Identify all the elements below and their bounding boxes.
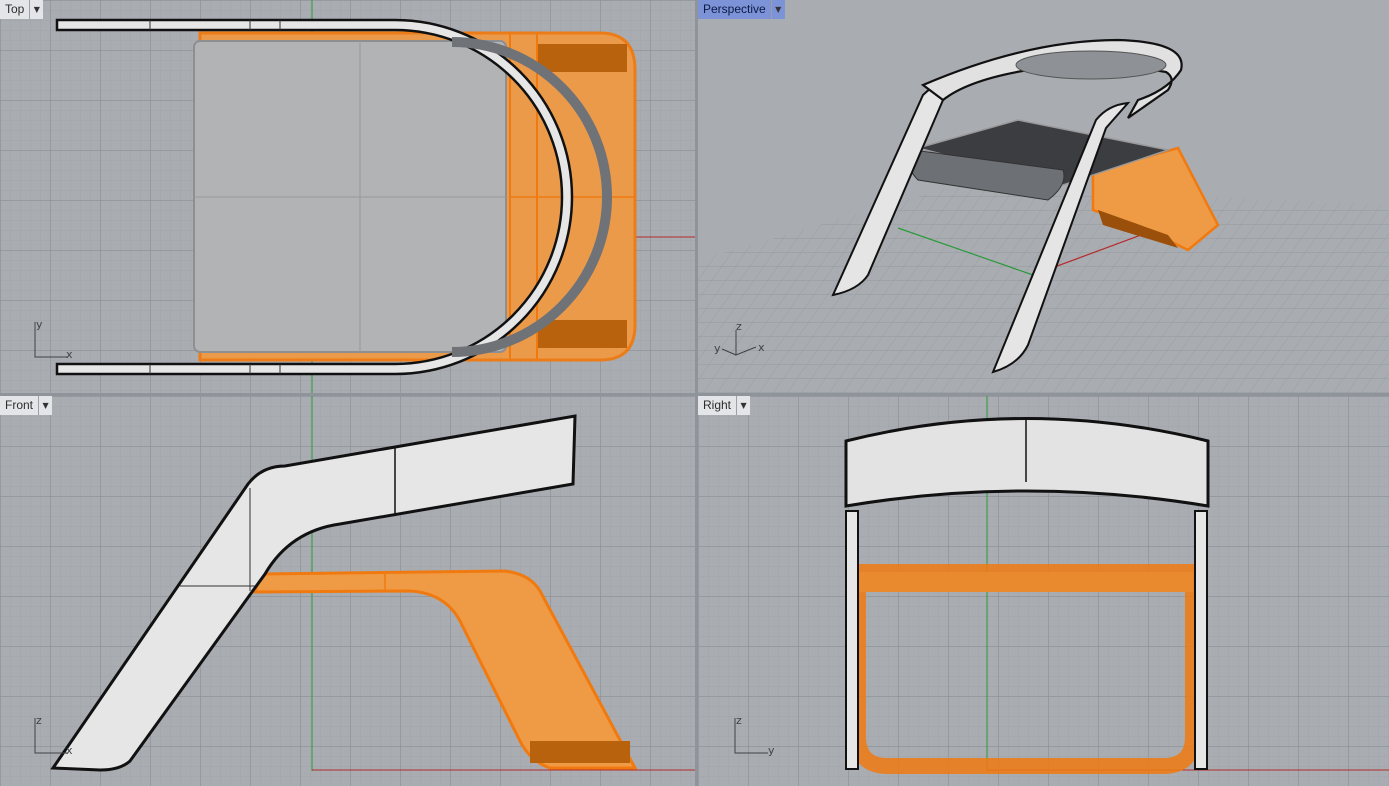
viewport-perspective[interactable]: Perspective ▼ z y x: [698, 0, 1389, 393]
viewport-title[interactable]: Front: [0, 396, 40, 415]
axis-indicator: z y: [736, 714, 775, 757]
viewport-title[interactable]: Right: [698, 396, 738, 415]
viewport-title[interactable]: Top: [0, 0, 31, 19]
chevron-down-icon[interactable]: ▼: [30, 0, 44, 19]
svg-text:y: y: [768, 744, 775, 757]
svg-text:y: y: [36, 318, 43, 331]
svg-text:z: z: [736, 714, 742, 727]
chevron-down-icon[interactable]: ▼: [39, 396, 53, 415]
viewport-label-perspective[interactable]: Perspective ▼: [698, 0, 785, 19]
viewport-top[interactable]: Top ▼ y x: [0, 0, 695, 393]
viewport-label-front[interactable]: Front ▼: [0, 396, 53, 415]
viewport-title[interactable]: Perspective: [698, 0, 772, 19]
svg-text:z: z: [36, 714, 42, 727]
svg-text:x: x: [66, 348, 73, 361]
viewport-front[interactable]: Front ▼ z x: [0, 396, 695, 786]
axis-indicator: z y x: [714, 320, 765, 355]
svg-text:x: x: [66, 744, 73, 757]
svg-text:y: y: [714, 342, 721, 355]
svg-text:z: z: [736, 320, 742, 333]
axis-indicator: y x: [36, 318, 73, 361]
chevron-down-icon[interactable]: ▼: [771, 0, 785, 19]
viewport-label-top[interactable]: Top ▼: [0, 0, 44, 19]
chevron-down-icon[interactable]: ▼: [737, 396, 751, 415]
axis-indicator: z x: [36, 714, 73, 757]
viewport-label-right[interactable]: Right ▼: [698, 396, 751, 415]
svg-text:x: x: [758, 341, 765, 354]
viewport-right[interactable]: Right ▼ z y: [698, 396, 1389, 786]
